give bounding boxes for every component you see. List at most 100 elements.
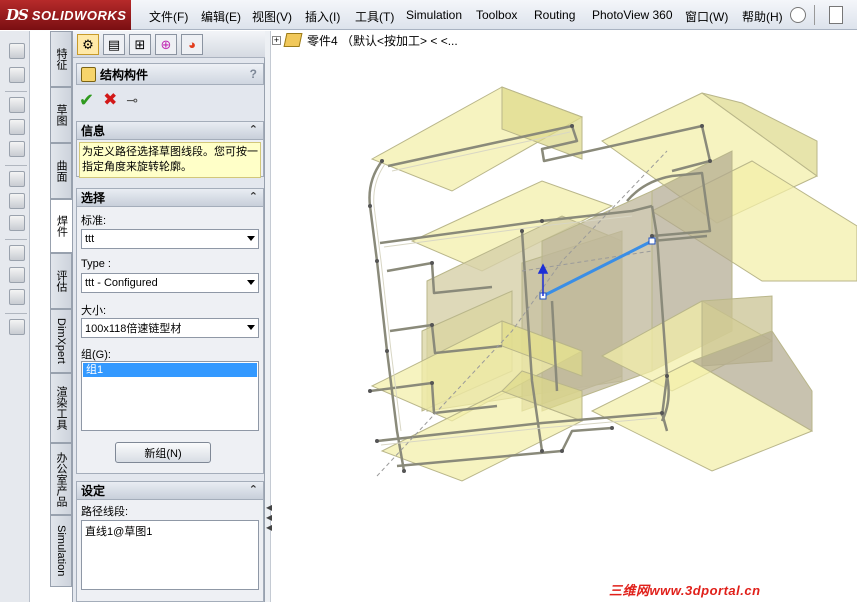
fillet-icon[interactable] <box>9 289 25 305</box>
solidworks-window: DS SOLIDWORKS 文件(F) 编辑(E) 视图(V) 插入(I) 工具… <box>0 0 857 602</box>
tab-weldments[interactable]: 焊件 <box>50 199 72 253</box>
property-manager-title: 结构构件 ? <box>76 63 264 85</box>
standard-select[interactable]: ttt <box>81 229 259 249</box>
tab-sketch[interactable]: 草图 <box>50 87 72 143</box>
menu-simulation[interactable]: Simulation <box>406 8 462 22</box>
weld-bead-icon[interactable] <box>9 193 25 209</box>
menu-edit[interactable]: 编辑(E) <box>201 8 241 25</box>
ok-button[interactable]: ✔ <box>79 91 94 109</box>
group-title: 信息 <box>81 124 106 138</box>
dropdown-arrow-icon <box>247 280 255 285</box>
path-segments-list[interactable]: 直线1@草图1 <box>81 520 259 590</box>
standard-label: 标准: <box>81 215 107 227</box>
structural-member-preview[interactable] <box>272 31 857 602</box>
settings-group: 设定 ⌃ 路径线段: 直线1@草图1 <box>76 481 264 602</box>
trim-extend-icon[interactable] <box>9 119 25 135</box>
menu-toolbox[interactable]: Toolbox <box>476 8 517 22</box>
dropdown-arrow-icon <box>247 236 255 241</box>
type-label: Type : <box>81 258 111 270</box>
dimxpert-manager-icon[interactable]: ⊕ <box>155 34 177 55</box>
tab-label: 焊件 <box>55 215 68 237</box>
group-title: 设定 <box>81 484 106 498</box>
list-item[interactable]: 直线1@草图1 <box>85 523 255 539</box>
selection-group: 选择 ⌃ 标准: ttt Type : ttt - Configured 大小:… <box>76 188 264 474</box>
size-value: 100x118倍速链型材 <box>85 323 182 335</box>
new-group-button[interactable]: 新组(N) <box>115 442 211 463</box>
command-manager-bar <box>0 31 30 602</box>
settings-group-header[interactable]: 设定 ⌃ <box>77 482 263 500</box>
toolbar-separator <box>5 239 27 240</box>
menu-routing[interactable]: Routing <box>534 8 575 22</box>
panel-title: 结构构件 <box>100 67 149 82</box>
groups-list[interactable]: 组1 <box>81 361 259 431</box>
property-manager: ⚙ ▤ ⊞ ⊕ ◕ 结构构件 ? ✔ ✖ ⊸ 信息 ⌃ 为定义路径选择草图线段。… <box>72 31 266 602</box>
keep-visible-pin-icon[interactable]: ⊸ <box>126 92 138 109</box>
info-message: 为定义路径选择草图线段。您可按一指定角度来旋转轮廓。 <box>79 142 261 178</box>
tab-label: 渲染工具 <box>55 386 67 430</box>
toolbar-separator <box>5 313 27 314</box>
extruded-cut-icon[interactable] <box>9 215 25 231</box>
tab-simulation[interactable]: Simulation <box>50 515 72 587</box>
display-manager-icon[interactable]: ◕ <box>181 34 203 55</box>
watermark: 三维网www.3dportal.cn <box>609 583 761 598</box>
configuration-manager-icon[interactable]: ⊞ <box>129 34 151 55</box>
ds-logo-mark: DS <box>6 6 29 24</box>
menu-help[interactable]: 帮助(H) <box>742 8 783 25</box>
solidworks-logo[interactable]: DS SOLIDWORKS <box>0 0 131 30</box>
sketch-tool-icon[interactable] <box>9 43 25 59</box>
groups-label: 组(G): <box>81 349 111 361</box>
graphics-area[interactable]: + 零件4 （默认<按加工> < <... 三维网www.3dportal.cn <box>272 31 857 602</box>
list-item[interactable]: 组1 <box>83 363 257 377</box>
tab-label: Simulation <box>55 525 67 577</box>
help-icon[interactable]: ? <box>250 67 257 81</box>
tab-label: 评估 <box>55 270 67 292</box>
toolbar-separator <box>5 91 27 92</box>
tab-evaluate[interactable]: 评估 <box>50 253 72 309</box>
toolbar-separator <box>5 165 27 166</box>
dimension-tool-icon[interactable] <box>9 67 25 83</box>
type-select[interactable]: ttt - Configured <box>81 273 259 293</box>
menu-window[interactable]: 窗口(W) <box>685 8 728 25</box>
property-manager-buttons: ✔ ✖ ⊸ <box>76 89 264 111</box>
tab-office-products[interactable]: 办公室产品 <box>50 443 72 515</box>
structural-member-icon[interactable] <box>9 97 25 113</box>
feature-manager-icon[interactable]: ⚙ <box>77 34 99 55</box>
end-cap-icon[interactable] <box>9 141 25 157</box>
new-document-icon[interactable] <box>829 6 843 24</box>
tab-surfaces[interactable]: 曲面 <box>50 143 72 199</box>
menu-file[interactable]: 文件(F) <box>149 8 188 25</box>
tab-dimxpert[interactable]: DimXpert <box>50 309 72 373</box>
command-manager-tabs: 特征 草图 曲面 焊件 评估 DimXpert 渲染工具 办公室产品 Simul… <box>50 31 72 587</box>
menu-tools[interactable]: 工具(T) <box>355 8 394 25</box>
reference-geometry-icon[interactable] <box>9 319 25 335</box>
tab-label: 特征 <box>55 48 67 70</box>
cancel-button[interactable]: ✖ <box>103 91 117 109</box>
tab-label: DimXpert <box>55 318 67 364</box>
dropdown-arrow-icon <box>247 325 255 330</box>
tab-label: 办公室产品 <box>55 451 67 507</box>
tab-features[interactable]: 特征 <box>50 31 72 87</box>
collapse-chevron-icon[interactable]: ⌃ <box>249 483 258 496</box>
panel-splitter[interactable]: ◀ ◀ ◀ <box>265 31 272 602</box>
property-manager-icon[interactable]: ▤ <box>103 34 125 55</box>
selection-group-header[interactable]: 选择 ⌃ <box>77 189 263 207</box>
gusset-icon[interactable] <box>9 171 25 187</box>
manager-tabs: ⚙ ▤ ⊞ ⊕ ◕ <box>73 31 266 58</box>
size-label: 大小: <box>81 305 107 317</box>
menu-photoview[interactable]: PhotoView 360 <box>592 8 673 22</box>
size-select[interactable]: 100x118倍速链型材 <box>81 318 259 338</box>
standard-value: ttt <box>85 233 95 245</box>
chamfer-icon[interactable] <box>9 267 25 283</box>
menu-extras <box>790 4 857 26</box>
pin-menu-icon[interactable] <box>790 7 806 23</box>
tab-render-tools[interactable]: 渲染工具 <box>50 373 72 443</box>
type-value: ttt - Configured <box>85 277 158 289</box>
app-brand: SOLIDWORKS <box>31 7 127 23</box>
info-group-header[interactable]: 信息 ⌃ <box>77 122 263 140</box>
menu-view[interactable]: 视图(V) <box>252 8 292 25</box>
group-title: 选择 <box>81 191 106 205</box>
collapse-chevron-icon[interactable]: ⌃ <box>249 123 258 136</box>
collapse-chevron-icon[interactable]: ⌃ <box>249 190 258 203</box>
hole-wizard-icon[interactable] <box>9 245 25 261</box>
menu-insert[interactable]: 插入(I) <box>305 8 340 25</box>
